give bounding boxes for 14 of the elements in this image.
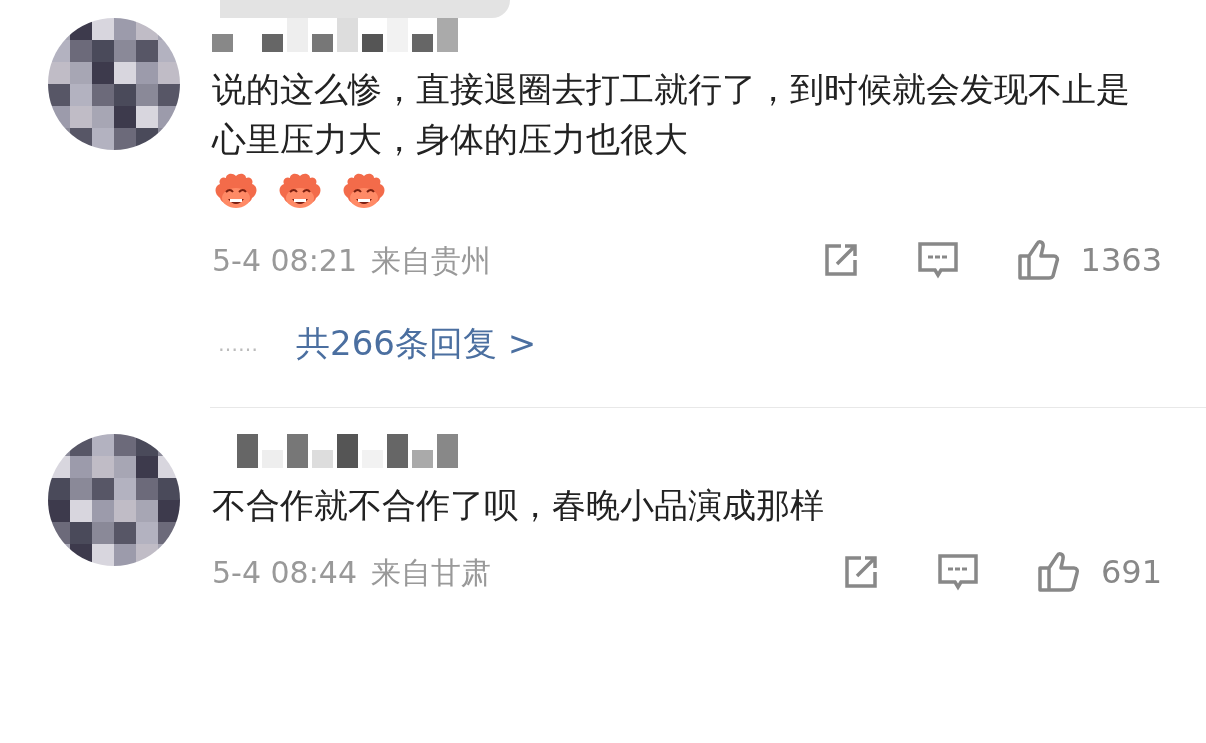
comment-icon[interactable] [916,241,959,279]
comment-time: 5-4 08:44 [212,553,357,592]
comment-location: 来自甘肃 [371,553,491,592]
replies-link[interactable]: 共266条回复 > [296,318,537,369]
comment-location: 来自贵州 [371,241,491,280]
like-count: 691 [1100,552,1162,593]
like-count: 1363 [1080,240,1162,281]
comment-text: 说的这么惨，直接退圈去打工就行了，到时候就会发现不止是心里压力大，身体的压力也很大 [212,68,1131,161]
share-icon[interactable] [822,242,859,278]
comment-text: 不合作就不合作了呗，春晚小品演成那样 [212,484,825,527]
ellipsis-text: …… [218,330,258,358]
comment-time: 5-4 08:21 [212,241,357,280]
comment-icon[interactable] [936,553,979,591]
share-icon[interactable] [842,554,879,590]
